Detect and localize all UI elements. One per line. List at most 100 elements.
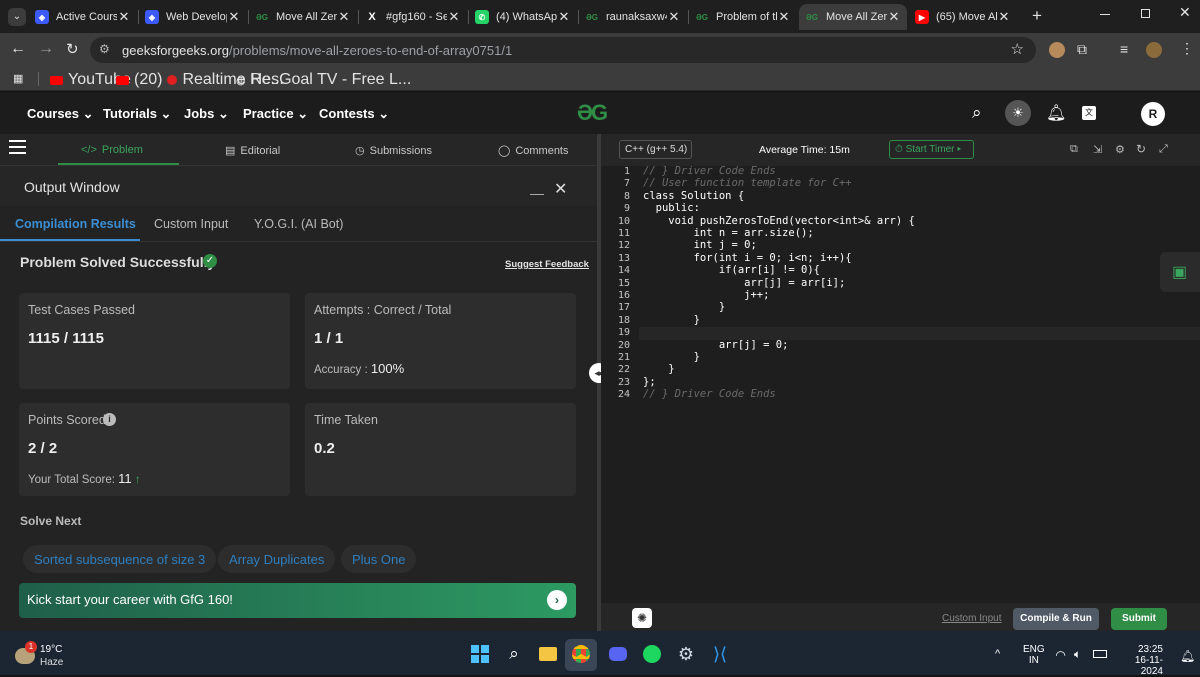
tab-custom-input[interactable]: Custom Input <box>154 217 228 231</box>
code-line[interactable]: if(arr[i] != 0){ <box>643 264 820 276</box>
bookmark-hesgoal[interactable]: ◍ HesGoal TV - Free L... <box>236 71 411 89</box>
vscode-icon[interactable]: ⟩⟨ <box>709 643 731 665</box>
close-tab-icon[interactable]: ✕ <box>447 9 461 25</box>
code-line[interactable]: arr[j] = arr[i]; <box>643 277 845 289</box>
browser-tab[interactable]: ƏG Problem of th ✕ <box>689 4 797 30</box>
code-line[interactable]: void pushZerosToEnd(vector<int>& arr) { <box>643 215 915 227</box>
fullscreen-icon[interactable]: ⤢ <box>1159 143 1168 156</box>
submit-button[interactable]: Submit <box>1111 608 1167 630</box>
hamburger-menu-icon[interactable] <box>9 140 26 154</box>
browser-tab[interactable]: ◈ Web Develop ✕ <box>139 4 247 30</box>
code-line[interactable]: class Solution { <box>643 190 744 202</box>
nav-jobs[interactable]: Jobs ⌄ <box>184 106 229 122</box>
notification-center-icon[interactable]: 🔔︎ <box>1180 649 1195 663</box>
gfg160-banner[interactable]: Kick start your career with GfG 160! › <box>19 583 576 618</box>
browser-tab[interactable]: ƏG Move All Zero ✕ <box>249 4 357 30</box>
tab-yogi-ai-bot[interactable]: Y.O.G.I. (AI Bot) <box>254 217 343 231</box>
tab-submissions[interactable]: ◷ Submissions <box>355 144 432 158</box>
apps-grid-icon[interactable]: ▦ <box>13 72 23 85</box>
browser-tab[interactable]: ƏG Move All Zero ✕ <box>799 4 907 30</box>
spotify-icon[interactable] <box>641 643 663 665</box>
language-select[interactable]: C++ (g++ 5.4) <box>619 140 692 159</box>
user-avatar[interactable]: R <box>1141 102 1165 126</box>
volume-icon[interactable]: 🔈︎ <box>1074 647 1081 662</box>
browser-tab[interactable]: X #gfg160 - Se ✕ <box>359 4 467 30</box>
extensions-icon[interactable]: ⧉ <box>1077 41 1087 58</box>
back-icon[interactable]: ← <box>10 40 26 58</box>
language-indicator[interactable]: ENG IN <box>1023 644 1045 666</box>
clock[interactable]: 23:25 16-11-2024 <box>1119 644 1163 677</box>
reload-icon[interactable]: ↻ <box>66 40 79 58</box>
windows-start-icon[interactable] <box>469 643 491 665</box>
code-line[interactable]: }; <box>643 376 656 388</box>
forward-icon[interactable]: → <box>38 40 54 58</box>
info-icon[interactable]: i <box>103 413 116 426</box>
user-avatar-icon[interactable] <box>1146 42 1162 58</box>
settings-icon[interactable]: ⚙ <box>1115 143 1125 156</box>
translate-icon[interactable]: 文 <box>1082 106 1096 120</box>
bookmark-star-icon[interactable]: ☆ <box>1011 40 1024 58</box>
search-taskbar-icon[interactable]: ⌕ <box>503 643 525 665</box>
minimize-icon[interactable] <box>1100 14 1110 15</box>
tab-comments[interactable]: ◯ Comments <box>498 144 569 158</box>
close-tab-icon[interactable]: ✕ <box>557 9 571 25</box>
browser-tab[interactable]: ✆ (4) WhatsApp ✕ <box>469 4 577 30</box>
suggest-feedback-link[interactable]: Suggest Feedback <box>505 259 589 270</box>
profile-avatar-icon[interactable] <box>1049 42 1065 58</box>
start-timer-button[interactable]: ⏱ Start Timer ▸ <box>889 140 974 159</box>
gfg-logo[interactable]: ƏG <box>577 100 608 126</box>
export-icon[interactable]: ⇲ <box>1093 143 1102 156</box>
close-tab-icon[interactable]: ✕ <box>117 9 131 25</box>
code-line[interactable]: arr[j] = 0; <box>643 339 789 351</box>
code-line[interactable]: // User function template for C++ <box>643 177 852 189</box>
close-panel-icon[interactable]: ✕ <box>554 179 567 199</box>
nav-courses[interactable]: Courses ⌄ <box>27 106 94 122</box>
code-line[interactable]: for(int i = 0; i<n; i++){ <box>643 252 852 264</box>
code-line[interactable]: } <box>643 314 700 326</box>
chevron-right-icon[interactable]: › <box>547 590 567 610</box>
code-line[interactable]: // } Driver Code Ends <box>643 388 776 400</box>
tab-search-icon[interactable]: ⌄ <box>8 8 26 26</box>
tab-problem[interactable]: </> Problem <box>81 144 143 156</box>
browser-tab[interactable]: ▶ (65) Move All ✕ <box>909 4 1017 30</box>
tab-compilation-results[interactable]: Compilation Results <box>15 217 136 231</box>
discord-icon[interactable] <box>607 643 629 665</box>
close-tab-icon[interactable]: ✕ <box>997 9 1011 25</box>
nav-practice[interactable]: Practice ⌄ <box>243 106 308 122</box>
tray-chevron-icon[interactable]: ^ <box>995 648 1000 660</box>
media-queue-icon[interactable]: ≡ <box>1120 41 1128 57</box>
new-tab-icon[interactable]: + <box>1032 6 1042 26</box>
code-line[interactable]: j++; <box>643 289 769 301</box>
site-info-icon[interactable]: ⚙ <box>99 42 110 56</box>
code-line[interactable]: // } Driver Code Ends <box>643 165 776 177</box>
custom-input-link[interactable]: Custom Input <box>942 613 1001 624</box>
chat-widget[interactable]: ▣ <box>1160 252 1200 292</box>
nav-tutorials[interactable]: Tutorials ⌄ <box>103 106 171 122</box>
file-explorer-icon[interactable] <box>537 643 559 665</box>
code-line[interactable]: int n = arr.size(); <box>643 227 814 239</box>
close-tab-icon[interactable]: ✕ <box>887 9 901 25</box>
settings-gear-icon[interactable]: ⚙ <box>675 643 697 665</box>
next-problem-chip[interactable]: Plus One <box>341 545 417 573</box>
close-tab-icon[interactable]: ✕ <box>227 9 241 25</box>
close-window-icon[interactable]: ✕ <box>1179 4 1191 21</box>
browser-menu-icon[interactable]: ⋮ <box>1180 40 1194 57</box>
browser-tab[interactable]: ƏG raunaksaxw4 ✕ <box>579 4 687 30</box>
address-bar[interactable]: ⚙ geeksforgeeks.org/problems/move-all-ze… <box>90 37 1036 63</box>
hint-lightbulb-icon[interactable]: ✺ <box>632 608 652 628</box>
code-line[interactable]: int j = 0; <box>643 239 757 251</box>
close-tab-icon[interactable]: ✕ <box>777 9 791 25</box>
code-line[interactable]: public: <box>643 202 700 214</box>
wifi-icon[interactable]: ◜◝ <box>1056 648 1065 662</box>
compile-run-button[interactable]: Compile & Run <box>1013 608 1099 630</box>
close-tab-icon[interactable]: ✕ <box>337 9 351 25</box>
browser-tab[interactable]: ◈ Active Course✕ <box>29 4 137 30</box>
code-line[interactable]: } <box>643 301 725 313</box>
next-problem-chip[interactable]: Array Duplicates <box>218 545 336 573</box>
battery-icon[interactable] <box>1093 650 1107 658</box>
code-line[interactable]: } <box>643 351 700 363</box>
code-line[interactable]: } <box>643 363 674 375</box>
notification-bell-icon[interactable]: 🔔︎ <box>1046 103 1066 123</box>
minimize-panel-icon[interactable] <box>530 194 544 195</box>
theme-toggle-icon[interactable]: ☀ <box>1005 100 1031 126</box>
